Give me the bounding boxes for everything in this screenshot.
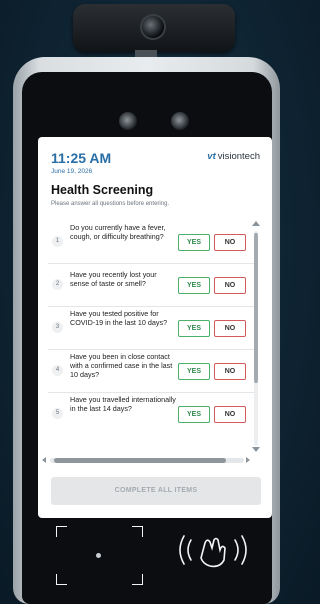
question-text: Do you currently have a fever, cough, or… xyxy=(70,223,166,241)
complete-all-items-button[interactable]: COMPLETE ALL ITEMS xyxy=(51,477,261,505)
camera-module xyxy=(73,4,235,52)
page-title: Health Screening xyxy=(51,183,154,197)
nfc-reader-icon xyxy=(179,535,247,568)
question-number: 3 xyxy=(52,322,63,333)
brand-logo: vt visiontech xyxy=(207,151,260,162)
yes-button[interactable]: YES xyxy=(178,277,210,294)
horizontal-scroll-thumb[interactable] xyxy=(54,458,226,463)
question-number: 1 xyxy=(52,236,63,247)
no-button[interactable]: NO xyxy=(214,234,246,251)
question-text: Have you recently lost your sense of tas… xyxy=(70,270,157,288)
camera-lens-icon xyxy=(142,16,164,38)
question-row: 5 Have you travelled internationally in … xyxy=(48,395,258,435)
clock-time: 11:25 AM xyxy=(51,150,112,166)
question-text: Have you travelled internationally in th… xyxy=(70,395,176,413)
page-subtitle: Please answer all questions before enter… xyxy=(51,201,170,207)
question-number: 4 xyxy=(52,365,63,376)
yes-button[interactable]: YES xyxy=(178,234,210,251)
scroll-down-icon[interactable] xyxy=(252,447,260,452)
yes-button[interactable]: YES xyxy=(178,320,210,337)
question-row: 2 Have you recently lost your sense of t… xyxy=(48,266,258,307)
no-button[interactable]: NO xyxy=(214,320,246,337)
question-text: Have you tested positive for COVID-19 in… xyxy=(70,309,168,327)
yes-button[interactable]: YES xyxy=(178,406,210,423)
question-row: 3 Have you tested positive for COVID-19 … xyxy=(48,309,258,350)
front-sensor-right xyxy=(171,112,189,130)
clock-date: June 19, 2026 xyxy=(51,168,93,175)
vertical-scroll-thumb[interactable] xyxy=(254,233,258,383)
no-button[interactable]: NO xyxy=(214,363,246,380)
question-number: 2 xyxy=(52,279,63,290)
no-button[interactable]: NO xyxy=(214,277,246,294)
yes-button[interactable]: YES xyxy=(178,363,210,380)
question-row: 1 Do you currently have a fever, cough, … xyxy=(48,223,258,264)
scroll-right-icon[interactable] xyxy=(246,457,250,463)
scroll-up-icon[interactable] xyxy=(252,221,260,226)
no-button[interactable]: NO xyxy=(214,406,246,423)
screen: 11:25 AM June 19, 2026 vt visiontech Heal… xyxy=(38,137,272,518)
front-sensor-left xyxy=(119,112,137,130)
scroll-left-icon[interactable] xyxy=(42,457,46,463)
question-text: Have you been in close contact with a co… xyxy=(70,352,173,379)
question-row: 4 Have you been in close contact with a … xyxy=(48,352,258,393)
question-number: 5 xyxy=(52,408,63,419)
